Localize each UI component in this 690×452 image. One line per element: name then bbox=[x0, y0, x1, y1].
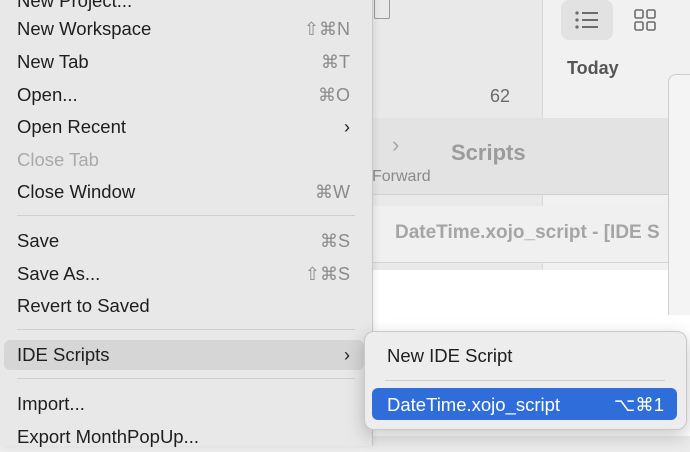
menu-item-label: Export MonthPopUp... bbox=[17, 426, 200, 447]
file-menu: New Project... New Workspace ⇧⌘N New Tab… bbox=[0, 0, 373, 447]
ide-scripts-submenu: New IDE Script DateTime.xojo_script ⌥⌘1 bbox=[364, 331, 687, 430]
menu-item-label: Close Window bbox=[17, 181, 136, 202]
chevron-right-icon: › bbox=[344, 116, 350, 137]
menu-item-close-window[interactable]: Close Window ⌘W bbox=[4, 177, 364, 207]
menu-item-shortcut: ⌘O bbox=[317, 84, 350, 105]
inner-panel bbox=[668, 74, 690, 315]
menu-item-save-as[interactable]: Save As... ⇧⌘S bbox=[4, 259, 364, 289]
today-label: Today bbox=[567, 58, 619, 78]
count-value: 62 bbox=[490, 86, 511, 106]
menu-item-close-tab: Close Tab bbox=[4, 145, 364, 175]
menu-item-new-workspace[interactable]: New Workspace ⇧⌘N bbox=[4, 14, 364, 44]
forward-chevron-icon[interactable]: › bbox=[392, 132, 399, 158]
window-control bbox=[374, 0, 390, 19]
menu-item-label: Open Recent bbox=[17, 116, 127, 137]
list-view-button[interactable] bbox=[561, 0, 613, 40]
menu-item-label: Close Tab bbox=[17, 149, 99, 170]
forward-label: Forward bbox=[372, 168, 431, 185]
menu-item-label: Import... bbox=[17, 393, 85, 414]
menu-item-label: New Project... bbox=[17, 0, 133, 11]
menu-item-new-tab[interactable]: New Tab ⌘T bbox=[4, 47, 364, 77]
list-icon bbox=[575, 11, 598, 29]
menu-item-shortcut: ⌘S bbox=[319, 230, 350, 251]
menu-item-label: New Workspace bbox=[17, 18, 152, 39]
menu-item-save[interactable]: Save ⌘S bbox=[4, 226, 364, 256]
menu-item-shortcut: ⇧⌘N bbox=[303, 18, 350, 39]
menu-item-label: Save As... bbox=[17, 263, 101, 284]
menu-separator bbox=[17, 329, 355, 330]
menu-item-import[interactable]: Import... bbox=[4, 389, 364, 419]
menu-separator bbox=[17, 215, 355, 216]
submenu-item-shortcut: ⌥⌘1 bbox=[613, 394, 664, 415]
menu-item-open[interactable]: Open... ⌘O bbox=[4, 80, 364, 110]
menu-item-label: Revert to Saved bbox=[17, 295, 150, 316]
document-title: DateTime.xojo_script - [IDE S bbox=[395, 222, 660, 243]
menu-item-shortcut: ⇧⌘S bbox=[304, 263, 350, 284]
menu-item-label: Open... bbox=[17, 84, 78, 105]
grid-view-button[interactable] bbox=[619, 0, 671, 40]
grid-icon bbox=[634, 9, 656, 31]
menu-item-label: Save bbox=[17, 230, 60, 251]
submenu-separator bbox=[385, 380, 665, 381]
menu-item-open-recent[interactable]: Open Recent › bbox=[4, 112, 364, 142]
submenu-item-label: DateTime.xojo_script bbox=[387, 394, 561, 415]
menu-item-export[interactable]: Export MonthPopUp... bbox=[4, 422, 364, 452]
submenu-item-new-ide-script[interactable]: New IDE Script bbox=[372, 339, 677, 371]
menu-item-revert-to-saved[interactable]: Revert to Saved bbox=[4, 291, 364, 321]
menu-item-label: New Tab bbox=[17, 51, 89, 72]
submenu-item-label: New IDE Script bbox=[387, 345, 513, 366]
menu-item-label: IDE Scripts bbox=[17, 344, 110, 365]
scripts-title: Scripts bbox=[451, 140, 526, 165]
submenu-item-datetime-script[interactable]: DateTime.xojo_script ⌥⌘1 bbox=[372, 388, 677, 420]
menu-item-ide-scripts[interactable]: IDE Scripts › bbox=[4, 340, 364, 370]
chevron-right-icon: › bbox=[344, 344, 350, 365]
document-title-bar: DateTime.xojo_script - [IDE S bbox=[372, 206, 690, 263]
menu-item-shortcut: ⌘W bbox=[315, 181, 350, 202]
menu-item-shortcut: ⌘T bbox=[321, 51, 350, 72]
menu-separator bbox=[17, 378, 355, 379]
